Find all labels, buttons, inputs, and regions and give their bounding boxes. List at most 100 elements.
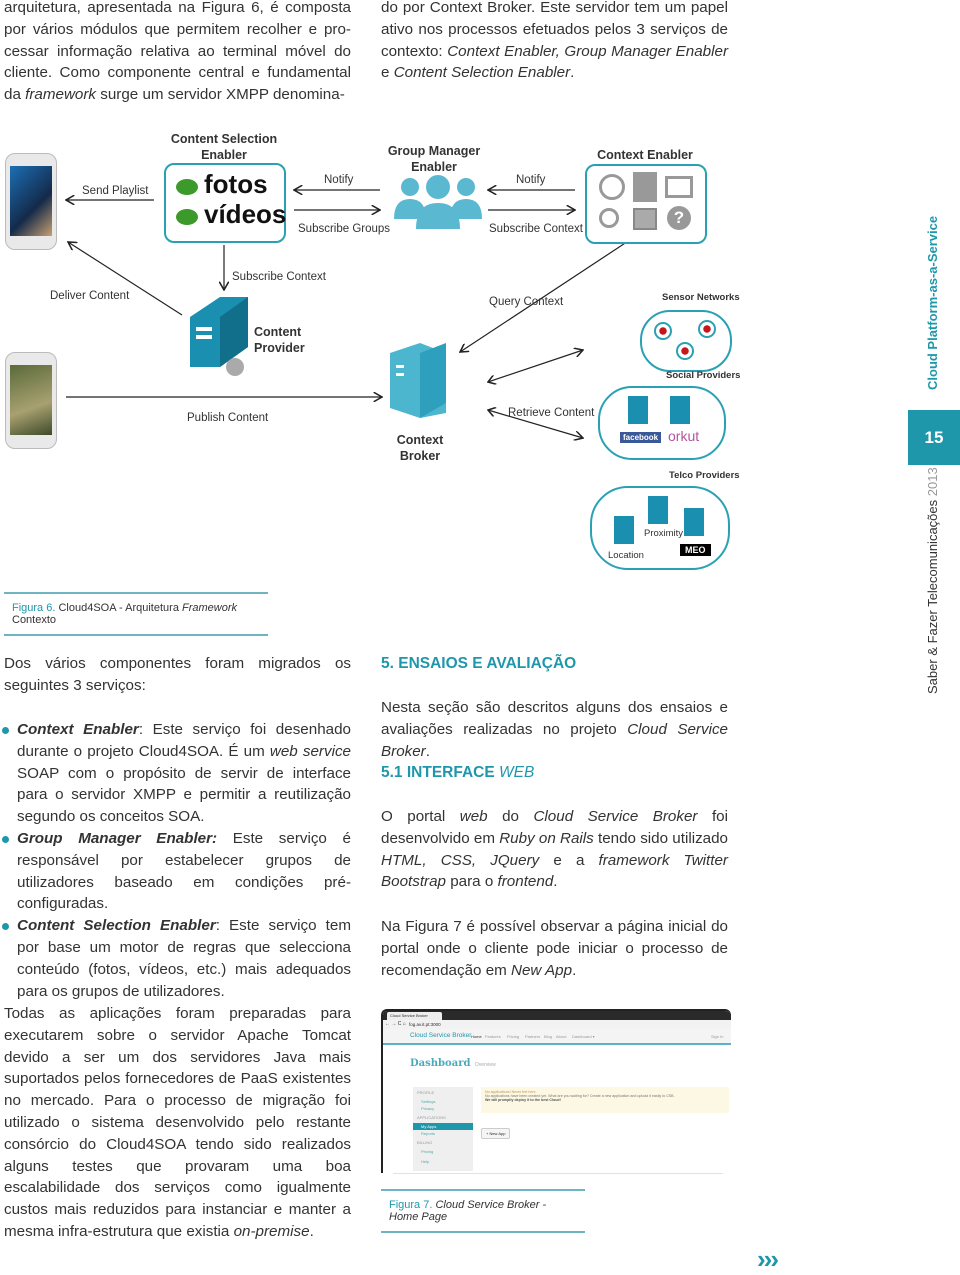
photos-icon <box>633 208 657 230</box>
text-line: do por Context Broker. Este servidor tem… <box>381 0 728 16</box>
label-subscribe-context: Subscribe Context <box>489 223 583 235</box>
publication-year: 2013 <box>925 467 940 500</box>
brand-link[interactable]: Cloud Service Broker <box>410 1032 471 1039</box>
portal-screenshot: Cloud Service Broker ← → C ⌂ fog.av.it.p… <box>381 1009 731 1173</box>
nav-blog[interactable]: Blog <box>544 1034 552 1039</box>
side-item-my-apps[interactable]: My Apps <box>413 1123 473 1130</box>
nav-partners[interactable]: Partners <box>525 1034 540 1039</box>
new-app-button[interactable]: + New App <box>481 1128 511 1139</box>
bullet-icon <box>2 835 9 843</box>
text-line: e <box>381 64 390 82</box>
label-notify-1: Notify <box>324 174 354 186</box>
content-selection-box: fotos vídeos <box>164 163 286 243</box>
side-item-reports[interactable]: Reports <box>413 1130 473 1137</box>
caption-text: Cloud4SOA - Arquitetura <box>55 602 182 614</box>
t: tendo sido utilizado <box>593 829 728 847</box>
separator: : <box>138 721 153 738</box>
portal-paragraph: O portal web do Cloud Service Broker foi… <box>381 806 728 893</box>
figure-7-paragraph: Na Figura 7 é possível observar a página… <box>381 916 728 981</box>
side-item-pricing[interactable]: Pricing <box>413 1148 473 1155</box>
telco-providers-cloud: Proximity Location MEO <box>590 486 730 570</box>
proximity-label: Proximity <box>644 528 684 539</box>
side-item-privacy[interactable]: Privacy <box>413 1105 473 1112</box>
label-subscribe-groups: Subscribe Groups <box>298 223 391 235</box>
side-item-help[interactable]: Help <box>413 1155 473 1168</box>
arrow-deliver-content <box>68 242 183 316</box>
side-header: BILLING <box>417 1140 433 1145</box>
server-icon <box>684 508 704 536</box>
t: O portal <box>381 808 460 825</box>
heading-sub: Overview <box>474 1062 496 1068</box>
nav-about[interactable]: About <box>556 1034 566 1039</box>
browser-tab[interactable]: Cloud Service Broker <box>387 1012 442 1020</box>
t: HTML, CSS, JQuery <box>381 851 540 869</box>
bullet-icon <box>2 923 9 931</box>
t: e a <box>539 851 599 869</box>
context-broker-label: Context Broker <box>396 433 444 463</box>
t: Cloud Service Broker <box>533 808 698 825</box>
side-header: APPLICATIONS <box>417 1115 446 1120</box>
text-line: ativo nos processos efetuados pelos 3 se… <box>381 20 728 38</box>
nav-signin[interactable]: Sign In <box>711 1034 723 1039</box>
nav-home[interactable]: Home <box>471 1034 482 1039</box>
location-label: Location <box>608 550 644 561</box>
heading-text: Dashboard <box>410 1058 471 1069</box>
nav-dashboard[interactable]: Dashboard ▾ <box>572 1034 595 1039</box>
text-line: da <box>4 86 26 104</box>
server-icon <box>628 396 648 424</box>
t: New App <box>511 961 573 979</box>
heading-text: 5.1 INTERFACE <box>381 764 499 781</box>
section-5-1-heading: 5.1 INTERFACE WEB <box>381 764 534 782</box>
smartphone-top <box>5 153 57 250</box>
service-item: Context Enabler: Este serviço foi desenh… <box>0 719 351 828</box>
caption-text: Contexto <box>12 614 57 626</box>
t: . <box>572 961 577 979</box>
sensor-icon <box>698 320 716 338</box>
section-5-heading: 5. ENSAIOS E AVALIAÇÃO <box>381 655 577 672</box>
caption-label: Figura 7. <box>389 1199 433 1211</box>
sensor-icon <box>676 342 694 360</box>
nav-features[interactable]: Features <box>485 1034 501 1039</box>
service-text: SOAP com o propósito de servir de interf… <box>17 764 351 826</box>
nav-arrows-icon[interactable]: ← → C ⌂ <box>385 1020 406 1029</box>
section-name-vertical: Cloud Platform-as-a-Service <box>925 215 940 390</box>
section-5-paragraph: Nesta seção são descritos alguns dos ens… <box>381 697 728 762</box>
url-field[interactable]: fog.av.it.pt:3000 <box>409 1022 441 1027</box>
text-line: cliente. Como componente central e funda… <box>4 64 351 82</box>
publication-vertical: Saber & Fazer Telecomunicações 2013 <box>925 467 940 694</box>
separator: : <box>215 917 230 935</box>
nav-pricing[interactable]: Pricing <box>507 1034 519 1039</box>
t: Ruby on Rails <box>499 829 594 847</box>
telco-providers-label: Telco Providers <box>669 470 740 481</box>
fotos-label: fotos <box>204 169 268 199</box>
caption-label: Figura 6. <box>12 602 56 614</box>
context-enabler-title: Context Enabler <box>597 148 693 162</box>
text-line: contexto: <box>381 42 448 60</box>
server-icon <box>648 496 668 524</box>
sensor-networks-cloud <box>640 310 732 372</box>
dashboard-sidebar: PROFILE Settings Privacy APPLICATIONS My… <box>413 1087 473 1171</box>
t: do <box>487 808 534 825</box>
site-navbar: Cloud Service Broker Home Features Prici… <box>383 1029 731 1045</box>
service-item: Content Selection Enabler: Este serviço … <box>0 915 351 1002</box>
label-notify-2: Notify <box>516 174 546 186</box>
help-icon: ? <box>667 206 691 230</box>
text-italic: Content Selection Enabler <box>393 64 571 82</box>
t: web <box>459 808 488 825</box>
label-send-playlist: Send Playlist <box>82 185 149 197</box>
social-providers-label: Social Providers <box>666 370 741 381</box>
sensor-networks-label: Sensor Networks <box>662 292 740 303</box>
label-retrieve-content: Retrieve Content <box>508 407 595 419</box>
side-item-settings[interactable]: Settings <box>413 1098 473 1105</box>
services-list: Context Enabler: Este serviço foi desenh… <box>0 719 351 1002</box>
content-provider-label: Content Provider <box>254 325 305 355</box>
browser-addressbar: ← → C ⌂ fog.av.it.pt:3000 <box>383 1020 731 1029</box>
phone-screen <box>10 365 52 435</box>
next-page-chevrons-icon[interactable]: ››› <box>757 1246 779 1272</box>
services-intro: Dos vários componentes foram migrados os… <box>4 655 351 694</box>
content-provider-server-icon <box>190 297 248 376</box>
smartphone-bottom <box>5 352 57 449</box>
caption-text: Framework <box>182 602 238 614</box>
intro-paragraph-right: do por Context Broker. Este servidor tem… <box>381 0 728 84</box>
label-deliver-content: Deliver Content <box>50 290 130 302</box>
